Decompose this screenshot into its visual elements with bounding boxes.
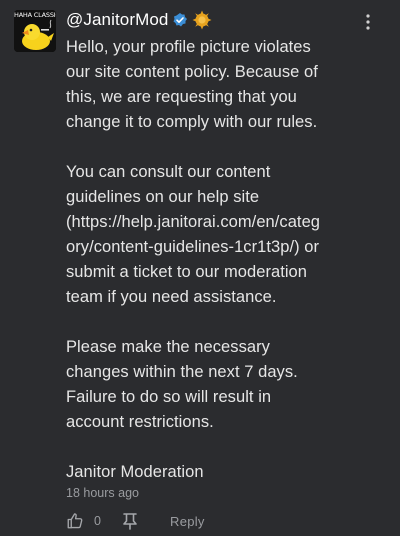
dislike-button[interactable]	[122, 512, 138, 530]
gold-badge-icon	[192, 10, 212, 30]
comment-paragraph: Please make the necessary changes within…	[66, 338, 298, 431]
comment-paragraph: You can consult our content guidelines o…	[66, 163, 321, 306]
reply-button[interactable]: Reply	[170, 514, 205, 529]
comment-actions: 0 Reply	[66, 510, 205, 532]
comment-paragraph: Hello, your profile picture violates our…	[66, 38, 318, 131]
thumbs-up-icon	[67, 513, 83, 529]
author-username[interactable]: @JanitorMod	[66, 10, 168, 30]
avatar-logo-text: HAHA CLASSIC	[14, 11, 56, 19]
avatar[interactable]: HAHA CLASSIC	[14, 10, 56, 52]
comment-body: Hello, your profile picture violates our…	[66, 35, 366, 485]
thumbs-down-icon	[123, 513, 137, 530]
like-count: 0	[94, 514, 101, 528]
comment-header: @JanitorMod	[66, 8, 212, 32]
comment: HAHA CLASSIC @JanitorMod Hello, your pro…	[0, 0, 400, 536]
more-vertical-icon	[366, 14, 370, 30]
like-button[interactable]	[66, 512, 84, 530]
comment-timestamp: 18 hours ago	[66, 486, 139, 500]
comment-signature: Janitor Moderation	[66, 463, 204, 481]
verified-badge-icon	[172, 12, 188, 28]
